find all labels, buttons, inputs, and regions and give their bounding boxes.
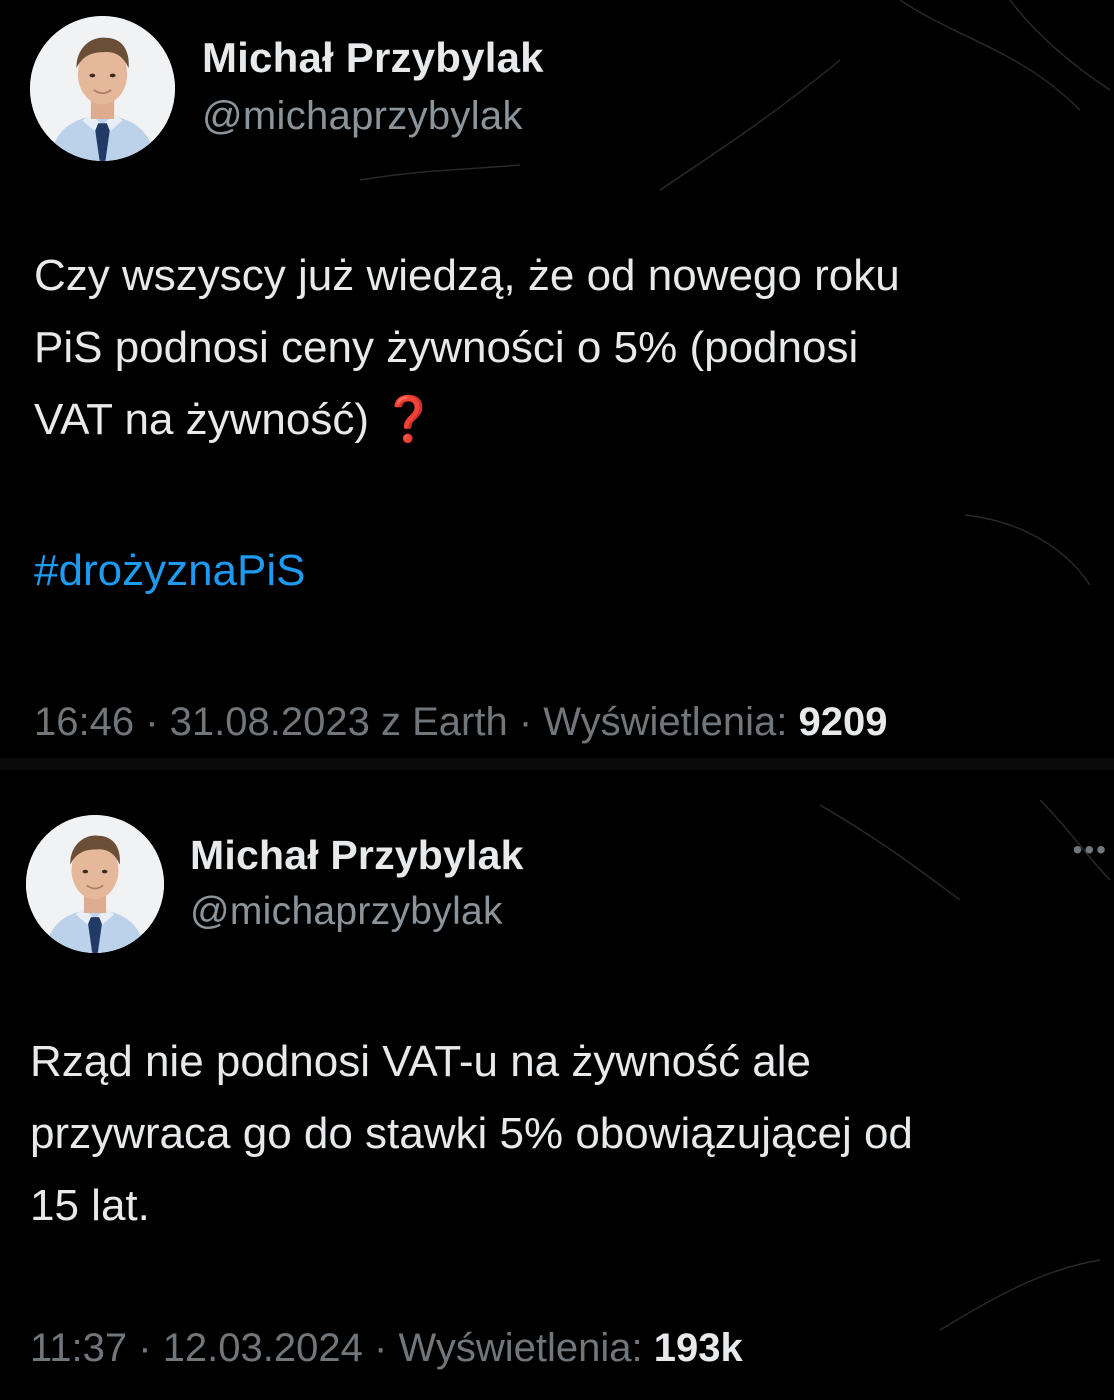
meta-separator: · (127, 1326, 163, 1370)
views-count[interactable]: 193k (654, 1326, 743, 1370)
question-mark-emoji-icon: ❓ (381, 395, 437, 444)
views-count[interactable]: 9209 (799, 700, 888, 744)
tweet-card[interactable]: Michał Przybylak @michaprzybylak ••• Rzą… (0, 770, 1114, 1400)
author-avatar[interactable] (26, 815, 164, 953)
hashtag-link[interactable]: #drożyznaPiS (34, 546, 305, 596)
meta-separator: · (362, 1326, 399, 1370)
author-name[interactable]: Michał Przybylak (190, 832, 524, 879)
tweet-meta: 16:46 · 31.08.2023 z Earth · Wyświetleni… (34, 700, 888, 745)
meta-separator: · (134, 700, 170, 744)
tweet-date[interactable]: 31.08.2023 (170, 700, 370, 744)
profile-photo-icon (30, 16, 175, 161)
tweet-time[interactable]: 11:37 (30, 1326, 127, 1370)
meta-separator: · (507, 700, 544, 744)
views-label: Wyświetlenia: (398, 1326, 654, 1370)
profile-photo-icon (26, 815, 164, 953)
author-handle[interactable]: @michaprzybylak (202, 94, 523, 139)
views-label: Wyświetlenia: (543, 700, 799, 744)
tweet-text: Rząd nie podnosi VAT-u na żywność ale pr… (30, 1037, 913, 1230)
author-name[interactable]: Michał Przybylak (202, 34, 544, 82)
more-horizontal-icon[interactable]: ••• (1073, 836, 1108, 864)
tweet-source: z Earth (369, 700, 508, 744)
tweet-divider (0, 758, 1114, 770)
tweet-time[interactable]: 16:46 (34, 700, 134, 744)
tweet-text-content: Czy wszyscy już wiedzą, że od nowego rok… (34, 251, 900, 444)
tweet-meta: 11:37 · 12.03.2024 · Wyświetlenia: 193k (30, 1326, 743, 1371)
screenshot-canvas: Michał Przybylak @michaprzybylak Czy wsz… (0, 0, 1114, 1400)
author-handle[interactable]: @michaprzybylak (190, 890, 503, 934)
tweet-text: Czy wszyscy już wiedzą, że od nowego rok… (34, 240, 1109, 456)
tweet-date[interactable]: 12.03.2024 (163, 1326, 363, 1370)
author-avatar[interactable] (30, 16, 175, 161)
tweet-card[interactable]: Michał Przybylak @michaprzybylak Czy wsz… (0, 0, 1114, 762)
